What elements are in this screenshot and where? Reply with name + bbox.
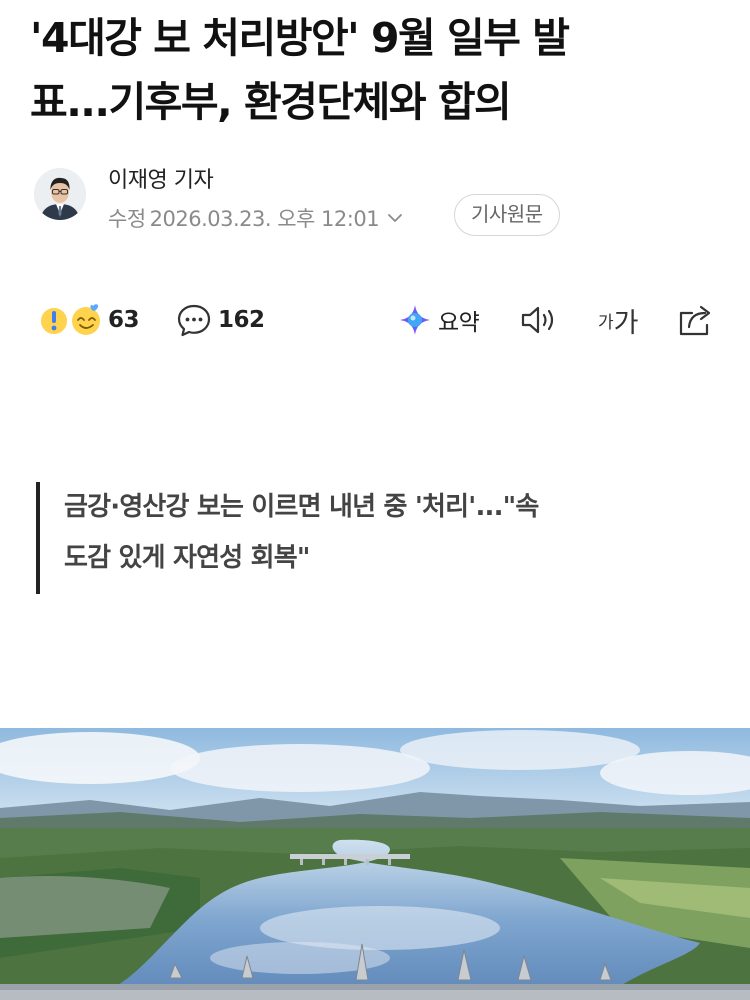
reporter-avatar[interactable] xyxy=(34,168,86,220)
summary-button[interactable]: 요약 xyxy=(398,295,480,345)
reporter-name[interactable]: 이재영 기자 xyxy=(108,162,214,194)
headline-line-2: 표...기후부, 환경단체와 합의 xyxy=(30,78,512,126)
comments-button[interactable]: 162 xyxy=(176,295,265,345)
reaction-count: 63 xyxy=(108,307,140,333)
modified-timestamp: 2026.03.23. 오후 12:01 xyxy=(149,207,380,231)
headline-line-1: '4대강 보 처리방안' 9월 일부 발 xyxy=(30,14,570,62)
article-photo[interactable] xyxy=(0,728,750,1000)
share-button[interactable] xyxy=(676,295,716,345)
original-article-button[interactable]: 기사원문 xyxy=(454,194,560,236)
modified-label: 수정 xyxy=(108,207,146,231)
sparkle-icon xyxy=(400,305,430,335)
subtitle-line-2: 도감 있게 자연성 회복" xyxy=(64,543,310,573)
speech-bubble-icon xyxy=(177,304,211,337)
font-size-large-label: 가 xyxy=(613,307,639,338)
chevron-down-icon xyxy=(388,214,402,222)
article-toolbar: 63 162 요약 가 가 xyxy=(30,295,720,345)
summary-label: 요약 xyxy=(438,310,480,336)
share-icon xyxy=(679,305,711,336)
listen-button[interactable] xyxy=(520,295,560,345)
modified-info[interactable]: 수정 2026.03.23. 오후 12:01 xyxy=(108,203,405,233)
byline: 이재영 기자 수정 2026.03.23. 오후 12:01 기사원문 xyxy=(34,160,724,240)
font-size-button[interactable]: 가 가 xyxy=(598,295,638,345)
river-aerial-photo xyxy=(0,728,750,1000)
subtitle-line-1: 금강·영산강 보는 이르면 내년 중 '처리'..."속 xyxy=(64,492,539,522)
comment-count: 162 xyxy=(218,307,265,333)
font-size-small-label: 가 xyxy=(598,312,614,332)
article-subtitle: 금강·영산강 보는 이르면 내년 중 '처리'..."속 도감 있게 자연성 회… xyxy=(36,482,696,594)
reaction-emoji-icon xyxy=(39,304,100,336)
article-headline: '4대강 보 처리방안' 9월 일부 발 표...기후부, 환경단체와 합의 xyxy=(30,6,730,134)
speaker-icon xyxy=(521,306,554,334)
reactions-button[interactable]: 63 xyxy=(36,295,140,345)
article-page: '4대강 보 처리방안' 9월 일부 발 표...기후부, 환경단체와 합의 이… xyxy=(0,0,750,1000)
